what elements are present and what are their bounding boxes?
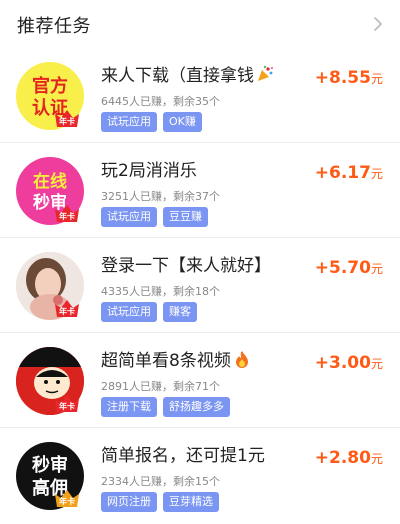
task-reward: +6.17元 — [315, 163, 383, 183]
vip-badge: 年卡 — [54, 488, 80, 508]
task-tag: OK赚 — [163, 112, 202, 132]
task-tags: 试玩应用 赚客 — [101, 302, 197, 322]
task-tag: 豆芽精选 — [163, 492, 219, 512]
task-stats: 6445人已赚，剩余35个 — [101, 95, 220, 108]
task-reward: +3.00元 — [315, 353, 383, 373]
task-tag: 试玩应用 — [101, 302, 157, 322]
vip-badge: 年卡 — [54, 108, 80, 128]
task-list: 官方 认证 年卡 来人下载（直接拿钱 6445人已赚，剩余35个 试玩应用 OK… — [0, 48, 400, 523]
task-stats: 4335人已赚，剩余18个 — [101, 285, 220, 298]
task-name: 超简单看8条视频 — [101, 346, 250, 371]
party-popper-icon — [258, 65, 274, 81]
task-reward: +5.70元 — [315, 258, 383, 278]
task-name: 简单报名，还可提1元 — [101, 446, 265, 466]
task-name: 来人下载（直接拿钱 — [101, 61, 274, 86]
badge-label: 年卡 — [59, 307, 75, 316]
task-row[interactable]: 年卡 超简单看8条视频 2891人已赚，剩余71个 注册下载 舒扬趣多多 +3.… — [0, 333, 400, 428]
section-header[interactable]: 推荐任务 — [0, 0, 400, 48]
task-tags: 网页注册 豆芽精选 — [101, 492, 219, 512]
reward-unit: 元 — [370, 167, 383, 181]
task-tag: 网页注册 — [101, 492, 157, 512]
task-reward: +8.55元 — [315, 68, 383, 88]
task-tag: 豆豆赚 — [163, 207, 208, 227]
reward-unit: 元 — [370, 262, 383, 276]
reward-amount: +2.80 — [314, 448, 371, 468]
task-tag: 舒扬趣多多 — [163, 397, 230, 417]
task-stats: 2334人已赚，剩余15个 — [101, 475, 220, 488]
task-stats: 3251人已赚，剩余37个 — [101, 190, 220, 203]
task-name: 玩2局消消乐 — [101, 161, 197, 181]
task-row[interactable]: 在线 秒审 年卡 玩2局消消乐 3251人已赚，剩余37个 试玩应用 豆豆赚 +… — [0, 143, 400, 238]
fire-icon — [235, 351, 248, 368]
reward-amount: +5.70 — [314, 258, 371, 278]
vip-badge: 年卡 — [54, 393, 80, 413]
reward-unit: 元 — [370, 72, 383, 86]
task-row[interactable]: 秒审 高佣 年卡 简单报名，还可提1元 2334人已赚，剩余15个 网页注册 豆… — [0, 428, 400, 523]
task-tag: 试玩应用 — [101, 207, 157, 227]
badge-label: 年卡 — [59, 212, 75, 221]
task-name: 登录一下【来人就好】 — [101, 256, 271, 276]
task-row[interactable]: 年卡 登录一下【来人就好】 4335人已赚，剩余18个 试玩应用 赚客 +5.7… — [0, 238, 400, 333]
badge-label: 年卡 — [59, 402, 75, 411]
task-tag: 注册下载 — [101, 397, 157, 417]
badge-label: 年卡 — [59, 497, 75, 506]
task-row[interactable]: 官方 认证 年卡 来人下载（直接拿钱 6445人已赚，剩余35个 试玩应用 OK… — [0, 48, 400, 143]
vip-badge: 年卡 — [54, 203, 80, 223]
task-tags: 试玩应用 豆豆赚 — [101, 207, 208, 227]
task-tag: 试玩应用 — [101, 112, 157, 132]
reward-unit: 元 — [370, 357, 383, 371]
chevron-right-icon[interactable] — [370, 13, 386, 35]
reward-amount: +6.17 — [314, 163, 371, 183]
avatar-text-line-1: 在线 — [33, 172, 67, 192]
reward-amount: +3.00 — [314, 353, 371, 373]
avatar-text-line-1: 官方 — [32, 76, 68, 97]
task-tags: 注册下载 舒扬趣多多 — [101, 397, 230, 417]
task-tags: 试玩应用 OK赚 — [101, 112, 202, 132]
vip-badge: 年卡 — [54, 298, 80, 318]
section-title: 推荐任务 — [17, 16, 91, 37]
reward-amount: +8.55 — [314, 68, 371, 88]
task-tag: 赚客 — [163, 302, 197, 322]
avatar-text-line-1: 秒审 — [32, 455, 68, 476]
task-stats: 2891人已赚，剩余71个 — [101, 380, 220, 393]
badge-label: 年卡 — [59, 117, 75, 126]
task-reward: +2.80元 — [315, 448, 383, 468]
reward-unit: 元 — [370, 452, 383, 466]
